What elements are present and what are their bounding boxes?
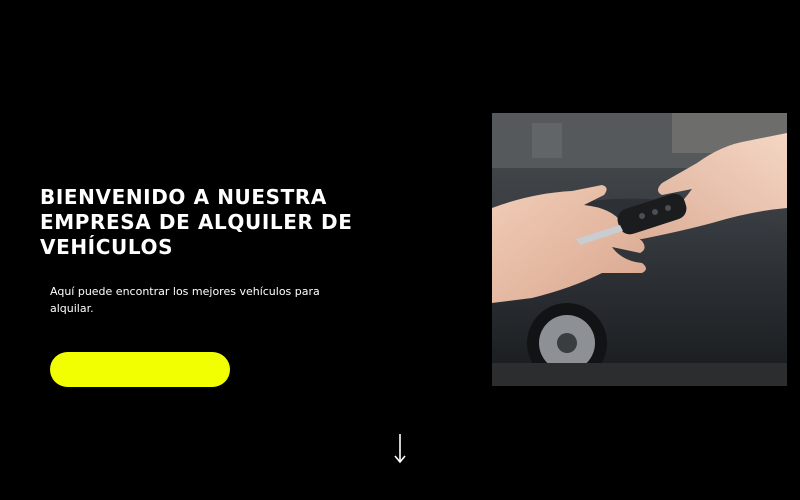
hero-title: BIENVENIDO A NUESTRA EMPRESA DE ALQUILER… bbox=[40, 185, 353, 259]
cta-button[interactable] bbox=[50, 352, 230, 387]
scroll-down-arrow[interactable] bbox=[390, 432, 410, 466]
car-key-handover-illustration bbox=[492, 113, 787, 386]
hero-subtitle: Aquí puede encontrar los mejores vehícul… bbox=[50, 285, 320, 315]
arrow-down-icon bbox=[394, 434, 406, 464]
hero-section: BIENVENIDO A NUESTRA EMPRESA DE ALQUILER… bbox=[0, 0, 800, 500]
car-key-handover-image bbox=[492, 113, 787, 386]
